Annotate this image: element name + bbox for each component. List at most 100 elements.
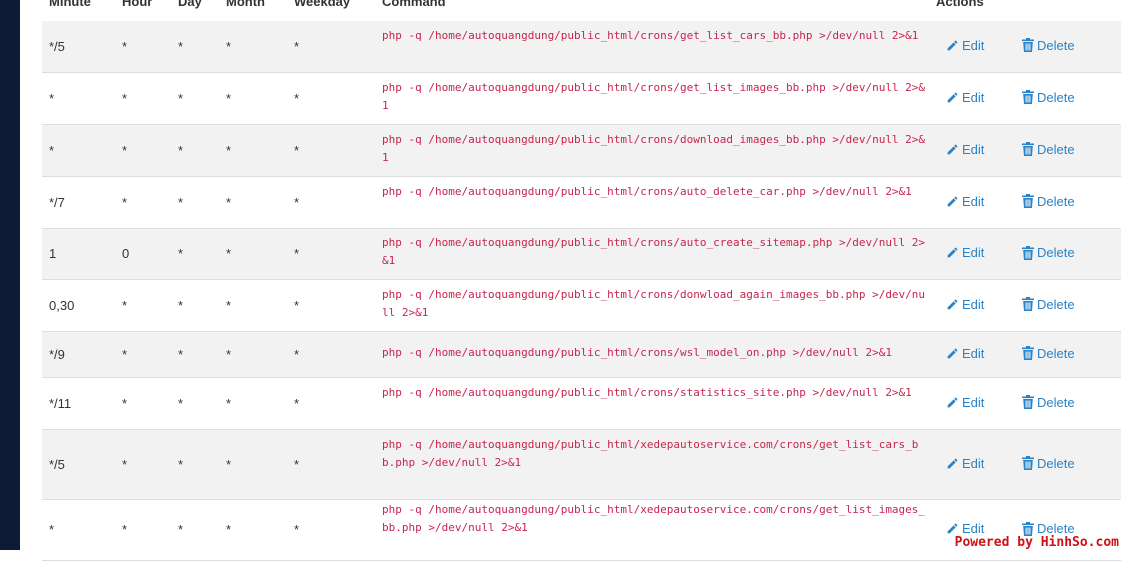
- command-text: php -q /home/autoquangdung/public_html/c…: [382, 385, 912, 399]
- cell-command: php -q /home/autoquangdung/public_html/c…: [382, 344, 927, 362]
- command-text: php -q /home/autoquangdung/public_html/c…: [382, 80, 926, 112]
- delete-button[interactable]: Delete: [1022, 90, 1075, 105]
- edit-button[interactable]: Edit: [946, 245, 984, 260]
- edit-button[interactable]: Edit: [946, 521, 984, 536]
- cell-day: *: [178, 194, 184, 210]
- cell-month: *: [226, 142, 232, 158]
- cell-month: *: [226, 395, 232, 411]
- edit-label: Edit: [962, 89, 985, 105]
- cell-weekday: *: [294, 346, 300, 362]
- table-row: */5 * * * * php -q /home/autoquangdung/public…: [42, 21, 1121, 73]
- cell-minute: 0,30: [49, 297, 75, 313]
- cell-day: *: [178, 246, 184, 261]
- trash-icon: [1022, 194, 1034, 208]
- cell-day: *: [178, 38, 184, 54]
- cell-command: php -q /home/autoquangdung/public_html/c…: [382, 234, 927, 270]
- edit-button[interactable]: Edit: [946, 90, 984, 105]
- cell-month: *: [226, 194, 232, 210]
- cell-month: *: [226, 246, 232, 261]
- pencil-icon: [946, 143, 959, 156]
- cell-month: *: [226, 522, 232, 537]
- cell-hour: *: [122, 297, 128, 313]
- cell-command: php -q /home/autoquangdung/public_html/x…: [382, 436, 927, 472]
- delete-button[interactable]: Delete: [1022, 38, 1075, 53]
- cell-command: php -q /home/autoquangdung/public_html/c…: [382, 131, 927, 167]
- cell-hour: *: [122, 456, 128, 472]
- header-day: Day: [178, 0, 202, 9]
- cell-day: *: [178, 456, 184, 472]
- cell-minute: *: [49, 522, 55, 537]
- cell-month: *: [226, 90, 232, 106]
- cell-hour: *: [122, 346, 128, 362]
- command-text: php -q /home/autoquangdung/public_html/x…: [382, 437, 919, 469]
- cell-day: *: [178, 346, 184, 362]
- watermark: Powered by HinhSo.com: [952, 535, 1121, 550]
- delete-button[interactable]: Delete: [1022, 194, 1075, 209]
- table-row: */9 * * * * php -q /home/autoquangdung/public…: [42, 332, 1121, 378]
- pencil-icon: [946, 91, 959, 104]
- edit-button[interactable]: Edit: [946, 194, 984, 209]
- cell-weekday: *: [294, 38, 300, 54]
- delete-button[interactable]: Delete: [1022, 395, 1075, 410]
- cell-month: *: [226, 346, 232, 362]
- command-text: php -q /home/autoquangdung/public_html/c…: [382, 287, 926, 319]
- trash-icon: [1022, 142, 1034, 156]
- pencil-icon: [946, 195, 959, 208]
- cell-command: php -q /home/autoquangdung/public_html/c…: [382, 286, 927, 322]
- cell-hour: *: [122, 90, 128, 106]
- command-text: php -q /home/autoquangdung/public_html/c…: [382, 28, 919, 42]
- edit-button[interactable]: Edit: [946, 38, 984, 53]
- delete-button[interactable]: Delete: [1022, 346, 1075, 361]
- cell-command: php -q /home/autoquangdung/public_html/x…: [382, 501, 927, 537]
- delete-label: Delete: [1037, 37, 1075, 53]
- edit-button[interactable]: Edit: [946, 456, 984, 471]
- cell-day: *: [178, 142, 184, 158]
- delete-button[interactable]: Delete: [1022, 297, 1075, 312]
- edit-button[interactable]: Edit: [946, 297, 984, 312]
- table-row: */7 * * * * php -q /home/autoquangdung/public…: [42, 177, 1121, 229]
- cell-hour: *: [122, 38, 128, 54]
- table-row: * * * * * php -q /home/autoquangdung/public_h…: [42, 73, 1121, 125]
- cell-month: *: [226, 297, 232, 313]
- sidebar-strip: [0, 0, 20, 550]
- delete-label: Delete: [1037, 345, 1075, 361]
- cell-minute: *: [49, 90, 55, 106]
- edit-label: Edit: [962, 37, 985, 53]
- edit-label: Edit: [962, 394, 985, 410]
- command-text: php -q /home/autoquangdung/public_html/x…: [382, 503, 926, 534]
- edit-button[interactable]: Edit: [946, 142, 984, 157]
- pencil-icon: [946, 347, 959, 360]
- table-row: 0,30 * * * * php -q /home/autoquangdung/publi…: [42, 280, 1121, 332]
- trash-icon: [1022, 245, 1034, 260]
- edit-label: Edit: [962, 296, 985, 312]
- trash-icon: [1022, 38, 1034, 52]
- cell-hour: *: [122, 522, 128, 537]
- cell-command: php -q /home/autoquangdung/public_html/c…: [382, 183, 927, 201]
- header-minute: Minute: [49, 0, 91, 9]
- cell-day: *: [178, 297, 184, 313]
- edit-label: Edit: [962, 345, 985, 361]
- table-row: 1 0 * * * php -q /home/autoquangdung/public_h…: [42, 229, 1121, 280]
- pencil-icon: [946, 522, 959, 535]
- edit-label: Edit: [962, 245, 985, 260]
- cell-weekday: *: [294, 246, 300, 261]
- table-row: */5 * * * * php -q /home/autoquangdung/public…: [42, 430, 1121, 500]
- delete-button[interactable]: Delete: [1022, 245, 1075, 260]
- delete-button[interactable]: Delete: [1022, 521, 1075, 536]
- delete-button[interactable]: Delete: [1022, 456, 1075, 471]
- edit-label: Edit: [962, 193, 985, 209]
- trash-icon: [1022, 456, 1034, 470]
- cell-hour: *: [122, 142, 128, 158]
- header-weekday: Weekday: [294, 0, 351, 9]
- pencil-icon: [946, 39, 959, 52]
- edit-button[interactable]: Edit: [946, 346, 984, 361]
- delete-label: Delete: [1037, 245, 1075, 260]
- command-text: php -q /home/autoquangdung/public_html/c…: [382, 132, 926, 164]
- pencil-icon: [946, 246, 959, 259]
- cell-command: php -q /home/autoquangdung/public_html/c…: [382, 79, 927, 115]
- trash-icon: [1022, 90, 1034, 104]
- delete-button[interactable]: Delete: [1022, 142, 1075, 157]
- edit-button[interactable]: Edit: [946, 395, 984, 410]
- cell-minute: */11: [49, 395, 72, 411]
- delete-label: Delete: [1037, 193, 1075, 209]
